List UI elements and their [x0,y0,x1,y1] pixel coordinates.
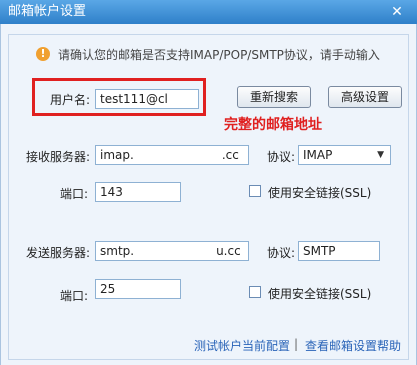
incoming-ssl-checkbox[interactable] [249,185,261,197]
incoming-protocol-label: 协议: [267,150,296,164]
dropdown-arrow-icon: ▼ [377,150,384,160]
outgoing-server-input[interactable]: smtp. u.cc [95,241,249,261]
incoming-protocol-value: IMAP [303,148,333,162]
incoming-server-input[interactable]: imap. .cc [95,145,249,165]
incoming-protocol-select[interactable]: IMAP ▼ [298,145,391,165]
outgoing-server-value: smtp. [100,244,135,258]
incoming-server-suffix: .cc [221,148,239,162]
close-icon[interactable]: ✕ [389,0,405,24]
username-value: test111@cl [100,92,168,106]
incoming-port-input[interactable]: 143 [95,182,181,202]
research-button[interactable]: 重新搜索 [237,86,311,108]
incoming-port-value: 143 [100,185,123,199]
footer-separator: | [294,337,299,351]
window-title: 邮箱帐户设置 [8,4,87,19]
outgoing-ssl-label: 使用安全链接(SSL) [268,287,372,301]
notice-text: 请确认您的邮箱是否支持IMAP/POP/SMTP协议，请手动输入 [58,48,380,62]
incoming-ssl-label: 使用安全链接(SSL) [268,186,372,200]
outgoing-ssl-checkbox[interactable] [249,286,261,298]
mail-settings-help-link[interactable]: 查看邮箱设置帮助 [305,337,401,354]
incoming-server-value: imap. [100,148,134,162]
outgoing-port-input[interactable]: 25 [95,279,181,299]
test-account-link[interactable]: 测试帐户当前配置 [194,337,290,354]
outgoing-port-value: 25 [100,282,116,296]
outgoing-protocol-field[interactable]: SMTP [298,241,380,261]
annotation-text: 完整的邮箱地址 [224,117,322,133]
username-input[interactable]: test111@cl [95,89,199,109]
incoming-server-label: 接收服务器: [26,150,91,164]
outgoing-protocol-value: SMTP [303,244,336,258]
advanced-settings-button[interactable]: 高级设置 [328,86,402,108]
outgoing-server-suffix: u.cc [216,244,241,258]
outgoing-protocol-label: 协议: [267,246,296,260]
outgoing-port-label: 端口: [60,289,89,303]
title-bar: 邮箱帐户设置 ✕ [0,0,417,24]
outgoing-server-label: 发送服务器: [26,246,91,260]
username-label: 用户名: [50,93,91,107]
warning-icon: ! [36,47,50,61]
incoming-port-label: 端口: [60,187,89,201]
